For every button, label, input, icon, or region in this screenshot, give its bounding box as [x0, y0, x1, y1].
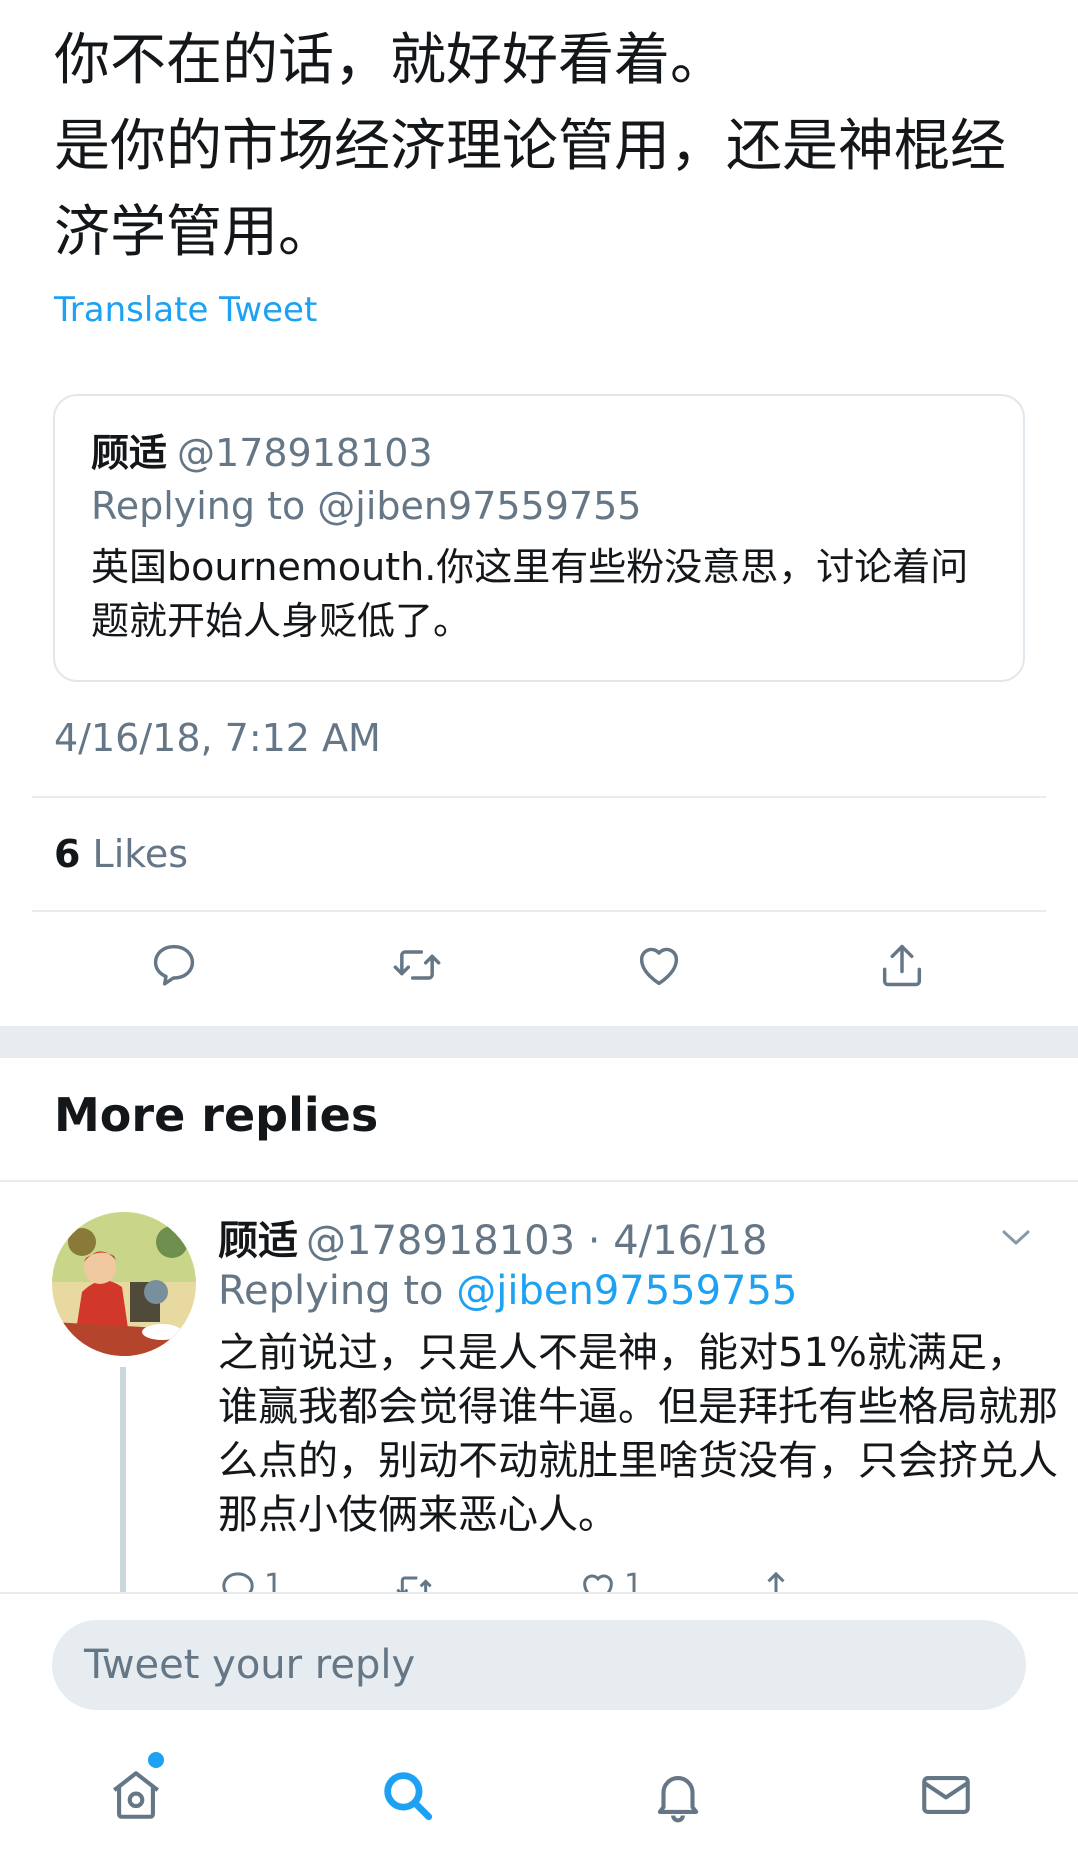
reply-like-button[interactable]: 1 — [578, 1568, 643, 1592]
quoted-tweet-text: 英国bournemouth.你这里有些粉没意思，讨论着问题就开始人身贬低了。 — [91, 545, 969, 643]
quoted-tweet[interactable]: 顾适 @178918103 Replying to @jiben97559755 … — [53, 394, 1025, 682]
tweet-text: 你不在的话，就好好看着。 是你的市场经济理论管用，还是神棍经济学管用。 — [54, 28, 1006, 265]
home-notification-dot — [148, 1752, 164, 1768]
quoted-tweet-author-name: 顾适 — [91, 431, 168, 475]
bottom-tab-bar — [0, 1722, 1078, 1856]
reply-header: 顾适 @178918103 · 4/16/18 — [218, 1208, 767, 1266]
section-separator — [0, 1026, 1078, 1058]
reply-reply-button[interactable]: 1 — [218, 1568, 283, 1592]
avatar-image — [52, 1212, 196, 1356]
search-icon — [384, 1772, 433, 1821]
likes-number: 6 — [54, 832, 81, 876]
retweet-button[interactable] — [387, 935, 447, 995]
reply-share-button[interactable] — [756, 1568, 796, 1592]
reply-replying-to: Replying to @jiben97559755 — [218, 1268, 797, 1314]
replying-to-handle-link[interactable]: @jiben97559755 — [456, 1268, 797, 1314]
tweet-reply-input[interactable]: Tweet your reply — [52, 1620, 1026, 1710]
likes-count[interactable]: 6 Likes — [54, 832, 188, 876]
reply-handle-date: @178918103 · 4/16/18 — [306, 1218, 768, 1264]
reply-icon — [153, 944, 195, 986]
tweet-timestamp: 4/16/18, 7:12 AM — [54, 716, 381, 760]
more-replies-heading: More replies — [54, 1088, 379, 1142]
likes-label: Likes — [92, 832, 189, 876]
more-options-button[interactable] — [996, 1222, 1036, 1252]
thread-line — [120, 1367, 126, 1597]
reply-actions: 1 1 — [218, 1568, 978, 1592]
avatar[interactable] — [52, 1212, 196, 1356]
share-icon — [767, 1571, 785, 1592]
retweet-icon — [396, 1576, 432, 1592]
messages-icon — [922, 1776, 970, 1814]
replying-to-label: Replying to — [218, 1268, 444, 1314]
reply-retweet-button[interactable] — [394, 1568, 434, 1592]
reply-tweet[interactable]: 顾适 @178918103 · 4/16/18 Replying to @jibe… — [0, 1182, 1078, 1597]
compose-bar: Tweet your reply — [0, 1592, 1078, 1722]
notifications-icon — [657, 1776, 699, 1823]
divider — [32, 910, 1046, 912]
like-icon — [583, 1574, 613, 1592]
reply-text: 之前说过，只是人不是神，能对51%就满足，谁赢我都会觉得谁牛逼。但是拜托有些格局… — [218, 1330, 1058, 1538]
tab-notifications[interactable] — [645, 1762, 711, 1828]
reply-author-name: 顾适 — [218, 1218, 298, 1264]
quoted-tweet-handle: @178918103 — [177, 431, 433, 475]
reply-count: 1 — [264, 1568, 284, 1592]
translate-tweet-link[interactable]: Translate Tweet — [54, 290, 317, 330]
retweet-icon — [393, 950, 441, 980]
divider — [32, 796, 1046, 798]
reply-button[interactable] — [144, 935, 204, 995]
share-icon — [882, 944, 922, 987]
chevron-down-icon — [1002, 1230, 1030, 1245]
tab-search[interactable] — [374, 1762, 440, 1828]
tab-messages[interactable] — [913, 1762, 979, 1828]
share-button[interactable] — [872, 935, 932, 995]
like-button[interactable] — [629, 935, 689, 995]
like-count: 1 — [624, 1568, 644, 1592]
reply-icon — [222, 1572, 254, 1592]
home-icon — [112, 1771, 160, 1819]
tab-home[interactable] — [103, 1762, 169, 1828]
quoted-tweet-header: 顾适 @178918103 — [91, 422, 433, 477]
quoted-tweet-replying-to: Replying to @jiben97559755 — [91, 484, 642, 528]
tweet-actions — [0, 935, 1078, 1005]
like-icon — [639, 947, 679, 986]
